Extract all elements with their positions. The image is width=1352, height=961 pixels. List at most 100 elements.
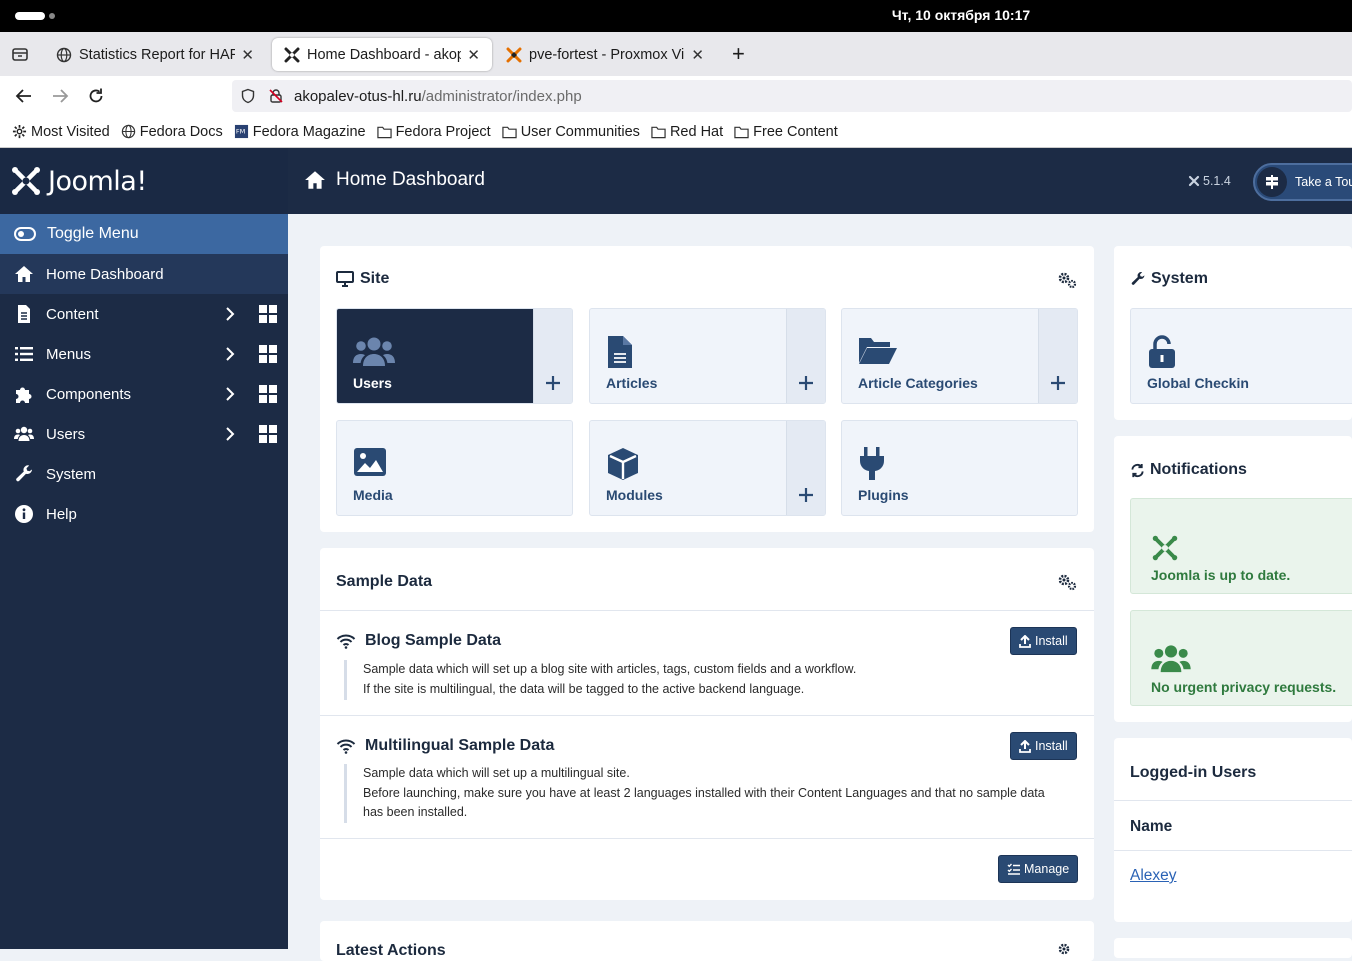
shield-icon[interactable] xyxy=(240,88,256,104)
plus-icon xyxy=(799,376,813,390)
tab-statistics-report[interactable]: Statistics Report for HAPr ✕ xyxy=(44,38,266,71)
new-tab-button[interactable]: + xyxy=(732,32,745,76)
bookmark-fedora-project[interactable]: Fedora Project xyxy=(376,124,491,140)
tile-main[interactable]: Users xyxy=(337,309,533,403)
bookmark-most-visited[interactable]: Most Visited xyxy=(12,124,110,140)
gear-icon xyxy=(12,124,27,139)
site-tile-article-categories[interactable]: Article Categories xyxy=(841,308,1078,404)
forward-icon[interactable] xyxy=(50,86,70,106)
sample-data-item-blog: Blog Sample Data Install Sample data whi… xyxy=(320,627,1094,716)
divider xyxy=(1114,850,1352,851)
notification-joomla-up-to-date[interactable]: Joomla is up to date. xyxy=(1130,498,1352,594)
insecure-lock-icon[interactable] xyxy=(268,88,284,104)
file-icon xyxy=(18,305,30,323)
site-tile-plugins[interactable]: Plugins xyxy=(841,420,1078,516)
add-article-button[interactable] xyxy=(786,309,825,403)
tile-label: Articles xyxy=(606,375,658,391)
add-user-button[interactable] xyxy=(533,309,572,403)
logged-in-user-link[interactable]: Alexey xyxy=(1130,867,1177,885)
tab-proxmox[interactable]: pve-fortest - Proxmox Virt ✕ xyxy=(494,38,716,71)
sidebar-item-content[interactable]: Content xyxy=(0,294,288,334)
dashboard-grid-icon[interactable] xyxy=(259,345,277,363)
tile-main[interactable]: Article Categories xyxy=(842,309,1038,403)
close-tab-icon[interactable]: ✕ xyxy=(691,46,704,64)
sidebar-item-users[interactable]: Users xyxy=(0,414,288,454)
module-options-gear-icon[interactable] xyxy=(1057,271,1077,289)
manage-sample-data-button[interactable]: Manage xyxy=(998,855,1079,883)
bookmark-user-communities[interactable]: User Communities xyxy=(502,124,640,140)
site-tile-users[interactable]: Users xyxy=(336,308,573,404)
plus-icon xyxy=(1051,376,1065,390)
chevron-right-icon[interactable] xyxy=(225,306,235,322)
sidebar-item-label: System xyxy=(46,465,97,483)
upload-icon xyxy=(1019,739,1031,753)
bookmark-free-content[interactable]: Free Content xyxy=(734,124,838,140)
tile-main[interactable]: Plugins xyxy=(842,421,1077,515)
tile-main[interactable]: Articles xyxy=(590,309,786,403)
upload-icon xyxy=(1019,634,1031,648)
add-module-button[interactable] xyxy=(786,421,825,515)
close-tab-icon[interactable]: ✕ xyxy=(241,46,254,64)
system-title-text: System xyxy=(1151,270,1208,287)
toggle-menu-label: Toggle Menu xyxy=(47,225,139,242)
users-icon xyxy=(1151,645,1191,673)
dashboard-grid-icon[interactable] xyxy=(259,305,277,323)
sidebar-item-components[interactable]: Components xyxy=(0,374,288,414)
joomla-logo[interactable]: Joomla! xyxy=(0,148,288,214)
install-blog-sample-button[interactable]: Install xyxy=(1010,627,1077,655)
bookmark-label: Most Visited xyxy=(31,123,110,140)
bookmark-label: Red Hat xyxy=(669,123,724,140)
admin-sidebar: Joomla! Toggle Menu Home Dashboard Conte… xyxy=(0,148,288,949)
sidebar-item-system[interactable]: System xyxy=(0,454,288,494)
site-tile-media[interactable]: Media xyxy=(336,420,573,516)
take-a-tour-button[interactable]: Take a Tour xyxy=(1253,163,1352,201)
bookmark-fedora-docs[interactable]: Fedora Docs xyxy=(121,124,223,140)
module-options-gear-icon[interactable] xyxy=(1057,573,1077,591)
unlock-icon xyxy=(1149,335,1175,368)
chevron-right-icon[interactable] xyxy=(225,386,235,402)
site-tile-modules[interactable]: Modules xyxy=(589,420,826,516)
notification-text: Joomla is up to date. xyxy=(1151,567,1291,583)
dashboard-grid-icon[interactable] xyxy=(259,425,277,443)
tile-main[interactable]: Modules xyxy=(590,421,786,515)
back-icon[interactable] xyxy=(14,86,34,106)
install-button-label: Install xyxy=(1035,634,1068,648)
os-top-bar: Чт, 10 октября 10:17 xyxy=(0,0,1352,32)
sample-data-item-title-text: Blog Sample Data xyxy=(365,632,502,649)
module-options-gear-icon[interactable] xyxy=(1057,942,1077,960)
chevron-right-icon[interactable] xyxy=(225,346,235,362)
sidebar-item-help[interactable]: Help xyxy=(0,494,288,534)
bookmark-red-hat[interactable]: Red Hat xyxy=(651,124,723,140)
puzzle-icon xyxy=(16,387,32,403)
notifications-card: Notifications Joomla is up to date. No u… xyxy=(1114,436,1352,722)
url-bar[interactable]: akopalev-otus-hl.ru/administrator/index.… xyxy=(232,80,1352,112)
cube-icon xyxy=(608,448,638,480)
sidebar-item-label: Help xyxy=(46,505,77,523)
tile-label: Modules xyxy=(606,487,663,503)
page-title-text: Home Dashboard xyxy=(336,169,485,190)
wifi-icon xyxy=(336,634,356,649)
site-tile-articles[interactable]: Articles xyxy=(589,308,826,404)
bookmark-label: User Communities xyxy=(520,123,640,140)
notifications-title-text: Notifications xyxy=(1150,461,1247,478)
sample-data-item-description: Sample data which will set up a multilin… xyxy=(344,764,1064,823)
close-tab-icon[interactable]: ✕ xyxy=(467,46,480,64)
reload-icon[interactable] xyxy=(86,86,106,106)
notification-privacy-requests[interactable]: No urgent privacy requests. xyxy=(1130,610,1352,706)
clock[interactable]: Чт, 10 октября 10:17 xyxy=(0,7,1352,23)
bookmark-fedora-magazine[interactable]: FM Fedora Magazine xyxy=(234,124,366,140)
joomla-icon xyxy=(1152,535,1178,561)
add-category-button[interactable] xyxy=(1038,309,1077,403)
tab-overview-icon[interactable] xyxy=(11,32,29,76)
sidebar-item-menus[interactable]: Menus xyxy=(0,334,288,374)
url-path: /administrator/index.php xyxy=(421,87,582,105)
tab-label: Home Dashboard - akopal xyxy=(307,46,462,63)
toggle-menu-button[interactable]: Toggle Menu xyxy=(0,214,288,254)
tab-home-dashboard[interactable]: Home Dashboard - akopal ✕ xyxy=(272,38,492,71)
tile-main[interactable]: Media xyxy=(337,421,572,515)
sidebar-item-home-dashboard[interactable]: Home Dashboard xyxy=(0,254,288,294)
install-multilingual-sample-button[interactable]: Install xyxy=(1010,732,1077,760)
dashboard-grid-icon[interactable] xyxy=(259,385,277,403)
chevron-right-icon[interactable] xyxy=(225,426,235,442)
system-tile-global-checkin[interactable]: Global Checkin xyxy=(1130,308,1352,404)
